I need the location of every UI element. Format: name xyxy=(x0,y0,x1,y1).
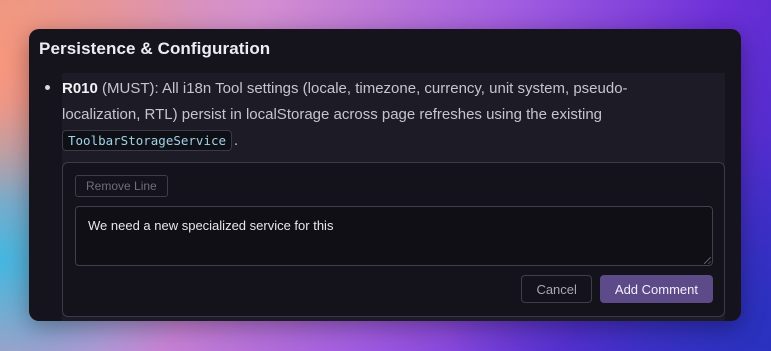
comment-box: Remove Line We need a new specialized se… xyxy=(62,162,725,317)
comment-actions: Cancel Add Comment xyxy=(521,275,713,303)
add-comment-button[interactable]: Add Comment xyxy=(599,275,713,303)
code-reference: ToolbarStorageService xyxy=(62,130,233,151)
requirement-text: R010 (MUST): All i18n Tool settings (loc… xyxy=(62,76,702,154)
requirements-panel: Persistence & Configuration R010 (MUST):… xyxy=(29,29,741,321)
requirement-period: . xyxy=(234,132,239,149)
bullet-icon xyxy=(45,85,50,90)
cancel-button[interactable]: Cancel xyxy=(521,275,592,303)
section-title: Persistence & Configuration xyxy=(39,39,271,58)
requirement-id: R010 xyxy=(62,80,98,97)
requirement-item: R010 (MUST): All i18n Tool settings (loc… xyxy=(45,73,725,321)
comment-input[interactable]: We need a new specialized service for th… xyxy=(75,206,713,266)
remove-line-button[interactable]: Remove Line xyxy=(75,175,168,197)
requirement-level: (MUST) xyxy=(102,80,155,97)
resize-grip-icon[interactable] xyxy=(704,257,711,264)
